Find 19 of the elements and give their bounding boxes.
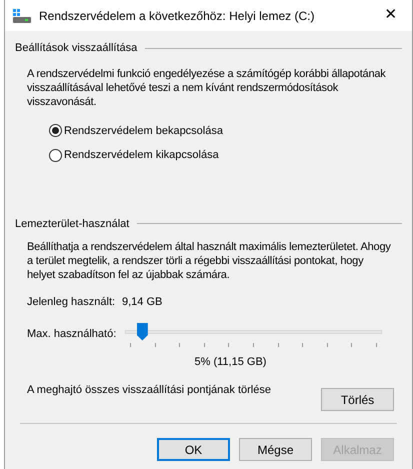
radio-option[interactable]: Rendszervédelem bekapcsolása bbox=[49, 122, 223, 139]
field-value: 9,14 GB bbox=[122, 295, 162, 310]
field-label: Max. használható: bbox=[27, 327, 118, 342]
slider-track[interactable] bbox=[125, 322, 382, 340]
field-label: Jelenleg használt: bbox=[27, 295, 116, 310]
dialog-button[interactable]: Mégse bbox=[239, 438, 312, 461]
dialog-button[interactable]: OK bbox=[157, 438, 230, 461]
radio-option[interactable]: Rendszervédelem kikapcsolása bbox=[49, 147, 219, 164]
slider-reading: 5% (11,15 GB) bbox=[194, 354, 266, 370]
close-button[interactable]: ✕ bbox=[376, 2, 406, 30]
section-heading: Lemezterület-használat bbox=[15, 216, 130, 232]
slider-thumb[interactable] bbox=[136, 322, 148, 340]
description-text: A rendszervédelmi funkció engedélyezése a számítógép korábbi állapotának visszaállításával lehetővé teszi a nem kívánt rendszermódosítások visszavonását. bbox=[27, 66, 387, 108]
description-text: Beállíthatja a rendszervédelem által használt maximális lemezterületet. Ahogy a terület megtelik, a rendszer törli a régebbi visszaállítási pontokat, hogy helyet szabadítson fel az újabbak számára. bbox=[27, 240, 392, 282]
dialog-button[interactable]: Törlés bbox=[321, 388, 394, 411]
window-title: Rendszervédelem a következőhöz: Helyi lemez (C:) bbox=[39, 8, 316, 24]
section-heading: Beállítások visszaállítása bbox=[15, 41, 138, 56]
delete-description: A meghajtó összes visszaállítási pontjának törlése bbox=[27, 383, 271, 398]
drive-icon bbox=[13, 8, 31, 22]
